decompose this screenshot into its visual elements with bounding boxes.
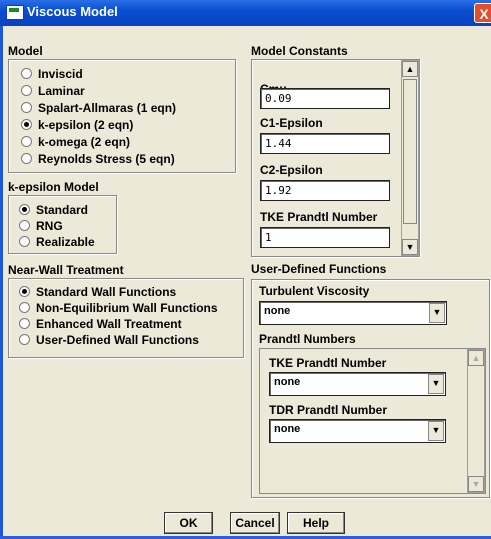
- turb-viscosity-value: none: [264, 305, 291, 317]
- radio-reynolds-stress[interactable]: Reynolds Stress (5 eqn): [21, 151, 175, 166]
- turb-viscosity-label: Turbulent Viscosity: [259, 284, 370, 298]
- radio-k-epsilon[interactable]: k-epsilon (2 eqn): [21, 117, 133, 132]
- radio-inviscid[interactable]: Inviscid: [21, 66, 83, 81]
- tke-prandtl-dropdown[interactable]: none ▼: [269, 372, 446, 396]
- close-button[interactable]: X: [474, 3, 491, 23]
- prandtl-scrollbar[interactable]: ▲ ▼: [467, 349, 485, 493]
- radio-circle-icon: [19, 318, 30, 329]
- radio-realizable[interactable]: Realizable: [19, 234, 95, 249]
- nearwall-label: Near-Wall Treatment: [8, 263, 124, 277]
- kepsilon-group: Standard RNG Realizable: [8, 195, 117, 254]
- tdr-prandtl-dropdown[interactable]: none ▼: [269, 419, 446, 443]
- scrollbar-thumb[interactable]: [403, 79, 417, 224]
- radio-laminar[interactable]: Laminar: [21, 83, 85, 98]
- radio-circle-icon: [21, 68, 32, 79]
- radio-selected-icon: [19, 286, 30, 297]
- constants-scrollbar[interactable]: ▲ ▼: [401, 60, 419, 256]
- constants-label: Model Constants: [251, 44, 348, 58]
- chevron-down-icon[interactable]: ▼: [428, 421, 444, 441]
- radio-standard[interactable]: Standard: [19, 202, 88, 217]
- constant-name: TKE Prandtl Number: [260, 210, 378, 224]
- tke-prandtl-label: TKE Prandtl Number: [269, 356, 387, 370]
- nearwall-group: Standard Wall Functions Non-Equilibrium …: [8, 278, 244, 358]
- chevron-down-icon[interactable]: ▼: [429, 303, 445, 323]
- radio-standard-wall-functions[interactable]: Standard Wall Functions: [19, 284, 176, 299]
- scroll-up-icon[interactable]: ▲: [402, 61, 418, 77]
- cmu-field[interactable]: 0.09: [260, 88, 390, 109]
- scroll-down-icon[interactable]: ▼: [402, 239, 418, 255]
- dialog-window: Viscous Model X Model Inviscid Laminar S…: [0, 0, 491, 539]
- constants-panel: Cmu 0.09 C1-Epsilon 1.44 C2-Epsilon 1.92…: [251, 59, 420, 257]
- kepsilon-label: k-epsilon Model: [8, 180, 99, 194]
- c1-epsilon-field[interactable]: 1.44: [260, 133, 390, 154]
- tdr-prandtl-value: none: [274, 423, 301, 435]
- tke-prandtl-field[interactable]: 1: [260, 227, 390, 248]
- turb-viscosity-dropdown[interactable]: none ▼: [259, 301, 447, 325]
- radio-non-equilibrium-wall-functions[interactable]: Non-Equilibrium Wall Functions: [19, 300, 218, 315]
- tke-prandtl-value: none: [274, 376, 301, 388]
- radio-circle-icon: [21, 85, 32, 96]
- tdr-prandtl-label: TDR Prandtl Number: [269, 403, 388, 417]
- radio-rng[interactable]: RNG: [19, 218, 63, 233]
- app-icon: [6, 5, 24, 20]
- radio-selected-icon: [21, 119, 32, 130]
- radio-circle-icon: [21, 136, 32, 147]
- prandtl-numbers-label: Prandtl Numbers: [259, 332, 356, 346]
- radio-k-omega[interactable]: k-omega (2 eqn): [21, 134, 130, 149]
- radio-enhanced-wall-treatment[interactable]: Enhanced Wall Treatment: [19, 316, 182, 331]
- c2-epsilon-field[interactable]: 1.92: [260, 180, 390, 201]
- window-border: [0, 26, 3, 539]
- udf-panel: Turbulent Viscosity none ▼ Prandtl Numbe…: [251, 279, 490, 498]
- radio-selected-icon: [19, 204, 30, 215]
- udf-label: User-Defined Functions: [251, 262, 387, 276]
- radio-circle-icon: [19, 220, 30, 231]
- prandtl-panel: TKE Prandtl Number none ▼ TDR Prandtl Nu…: [259, 348, 486, 494]
- title-bar[interactable]: Viscous Model X: [0, 0, 491, 26]
- model-label: Model: [8, 44, 43, 58]
- radio-circle-icon: [19, 302, 30, 313]
- window-title: Viscous Model: [27, 4, 118, 19]
- constant-name: C1-Epsilon: [260, 116, 323, 130]
- help-button[interactable]: Help: [287, 512, 345, 534]
- radio-circle-icon: [19, 236, 30, 247]
- cancel-button[interactable]: Cancel: [230, 512, 280, 534]
- constant-name: C2-Epsilon: [260, 163, 323, 177]
- scroll-up-icon[interactable]: ▲: [468, 350, 484, 366]
- ok-button[interactable]: OK: [164, 512, 213, 534]
- scroll-down-icon[interactable]: ▼: [468, 476, 484, 492]
- radio-spalart-allmaras[interactable]: Spalart-Allmaras (1 eqn): [21, 100, 176, 115]
- radio-circle-icon: [21, 153, 32, 164]
- radio-circle-icon: [21, 102, 32, 113]
- radio-circle-icon: [19, 334, 30, 345]
- radio-user-defined-wall-functions[interactable]: User-Defined Wall Functions: [19, 332, 199, 347]
- chevron-down-icon[interactable]: ▼: [428, 374, 444, 394]
- model-group: Inviscid Laminar Spalart-Allmaras (1 eqn…: [8, 59, 236, 173]
